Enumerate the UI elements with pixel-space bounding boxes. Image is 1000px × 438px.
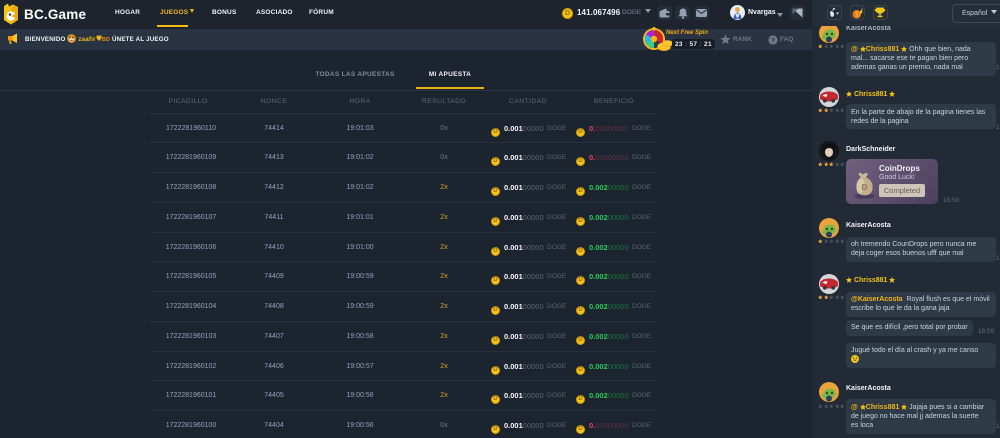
svg-text:Đ: Đ <box>862 182 868 191</box>
svg-text:$: $ <box>855 13 858 19</box>
svg-text:?: ? <box>771 37 775 44</box>
